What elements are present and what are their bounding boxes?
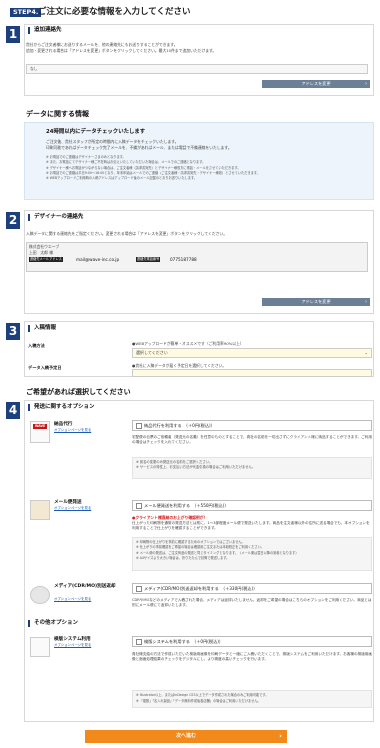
- submission-method-select-value: 選択してください: [136, 350, 168, 355]
- additional-contact-title: 追加連絡先: [28, 27, 62, 34]
- email-label: 連絡先メールアドレス: [29, 257, 63, 262]
- page-title: ご注文に必要な情報を入力してください: [38, 7, 191, 17]
- additional-contact-desc2: 追加・変更される場合は「アドレスを変更」ボタンをクリックしてください。最大10件…: [26, 48, 217, 53]
- mail-delivery-check-label: メール便発送を利用する （＋550円(税込)）: [144, 503, 229, 508]
- data-check-title: 24時間以内にデータチェックいたします: [46, 129, 146, 135]
- change-address-button-1[interactable]: アドレスを変更: [262, 80, 370, 88]
- mail-delivery-desc: 仕上がった印刷物を通常の発送方法とは別に、1〜3部程度メール便で発送いたします。…: [132, 521, 370, 531]
- data-note: WEBアップロードご利用時の入稿アドレスはアップロード後のメール記載のとおりお送…: [46, 176, 366, 181]
- media-return-link[interactable]: オプションページを見る: [54, 597, 91, 602]
- mail-delivery-highlight: ●クライアント様直納のお上がり確認例が！: [132, 515, 208, 520]
- section-number-4: 4: [6, 402, 20, 419]
- delivery-proxy-checkbox[interactable]: [136, 423, 142, 429]
- submission-method-select[interactable]: 選択してください ⌄: [132, 348, 372, 358]
- inspection-thumbnail: [30, 637, 50, 657]
- inspection-check-label: 検版システムを利用する （＋0円(税込)）: [144, 639, 224, 644]
- designer-name: 上田 太郎 様: [29, 250, 53, 255]
- delivery-proxy-option[interactable]: 納品代行を利用する （＋0円(税込)）: [132, 420, 372, 431]
- inspection-option[interactable]: 検版システムを利用する （＋0円(税込)）: [132, 636, 372, 647]
- inspection-checkbox[interactable]: [136, 639, 142, 645]
- shipping-options-title: 発送に関するオプション: [28, 404, 95, 411]
- submission-date-note: ●貴社に入稿データが届く予定日を選択してください。: [132, 363, 227, 368]
- next-button[interactable]: 次へ進む: [85, 730, 287, 743]
- mail-delivery-option[interactable]: メール便発送を利用する （＋550円(税込)）: [132, 500, 372, 511]
- section-number-2: 2: [6, 212, 20, 229]
- submission-method-note: ●WEBアップロードが簡単・オススメです（ご利用率90%以上）: [132, 341, 244, 346]
- mail-delivery-checkbox[interactable]: [136, 503, 142, 509]
- mail-delivery-note: A4サイズより大きい場合は、折りたたんで封筒で発送します。: [136, 556, 368, 561]
- media-return-check-label: メディア(CDR/MO)別送返却を利用する （＋330円(税込)）: [144, 586, 258, 591]
- delivery-proxy-notes: 宛名の変更のみ発送元の名前をご選択ください。 サービスの特性上、お支払い方法が代…: [132, 457, 372, 479]
- submission-date-input[interactable]: [132, 369, 372, 377]
- delivery-proxy-link[interactable]: オプションページを見る: [54, 428, 91, 433]
- additional-contact-field: なし: [26, 64, 368, 74]
- designer-email: mail@wave-inc.co.jp: [76, 257, 120, 262]
- phone-label: 連絡先電話番号: [136, 257, 161, 262]
- other-options-title: その他オプション: [28, 620, 78, 627]
- options-heading: ご希望があれば選択してください: [26, 388, 131, 396]
- step-badge: STEP4.: [10, 8, 42, 17]
- inspection-desc: 貴社様支給の方法で作成いただいた検版用画像を印刷データと一緒にご入稿いただくこと…: [132, 652, 372, 662]
- mail-delivery-link[interactable]: オプションページを見る: [54, 506, 91, 511]
- data-info-heading: データに関する情報: [26, 110, 89, 118]
- inspection-note: 「複数」「名入れ製品」「データ無料作成後各店舗」の場合はご利用いただけません。: [136, 699, 368, 705]
- data-check-line1: ご注文後、貴社スタッフが所定の時間内に入稿データをチェックいたします。: [46, 139, 179, 144]
- change-address-button-2[interactable]: アドレスを変更: [262, 298, 370, 306]
- mail-delivery-notes: 印刷物の仕上がりを事前に確認するためのオプションではございません。 仕上がりの事…: [132, 537, 372, 571]
- designer-desc: 入稿データに関する連絡先をご指定ください。変更される場合は「アドレスを変更」ボタ…: [26, 231, 228, 236]
- section-number-3: 3: [6, 323, 20, 340]
- delivery-proxy-check-label: 納品代行を利用する （＋0円(税込)）: [144, 423, 215, 428]
- delivery-proxy-desc: 宅配便の伝票のご依頼者（発送元の名義）を任意のものとすることで、貴社の名前を一切…: [132, 435, 372, 445]
- media-return-thumbnail: [30, 586, 50, 604]
- media-return-name: メディア(CDR/MO)別送返却: [54, 584, 116, 589]
- media-return-option[interactable]: メディア(CDR/MO)別送返却を利用する （＋330円(税込)）: [132, 583, 372, 594]
- submission-method-label: 入稿方法: [28, 343, 45, 348]
- additional-contact-desc1: 貴社からご注文者様にお送りするメールを、他の連絡先にもお送りすることができます。: [26, 42, 178, 47]
- section-number-1: 1: [6, 26, 20, 43]
- mail-delivery-thumbnail: [30, 500, 50, 520]
- inspection-link[interactable]: オプションページを見る: [54, 643, 91, 648]
- submission-date-label: データ入稿予定日: [28, 365, 62, 370]
- media-return-checkbox[interactable]: [136, 586, 142, 592]
- data-check-notes: お電話でのご連絡はデザイナーさまのみとなります。 また、お電話にてデザイナー様ご…: [46, 155, 366, 181]
- designer-company: 株式会社ウエーブ: [29, 244, 60, 249]
- data-check-line2: 印刷可能であればデータチェック完了メールを、不備があればメール、または電話で不備…: [46, 145, 232, 150]
- designer-phone: 0775187788: [170, 257, 197, 262]
- submission-title: 入稿情報: [28, 325, 56, 332]
- delivery-proxy-note: サービスの特性上、お支払い方法が代金引換の場合はご利用いただけません。: [136, 465, 368, 470]
- delivery-proxy-thumbnail: WAVE: [30, 421, 50, 443]
- inspection-notes: Illustrator以上、またはInDesign CS3以上でデータ作成された…: [132, 690, 372, 708]
- chevron-down-icon: ⌄: [364, 350, 368, 355]
- media-return-desc: CDRやMOなどのメディアで入稿された場合、メディアは返却いたしません。返却をご…: [132, 598, 372, 608]
- designer-title: デザイナーの連絡先: [28, 214, 83, 221]
